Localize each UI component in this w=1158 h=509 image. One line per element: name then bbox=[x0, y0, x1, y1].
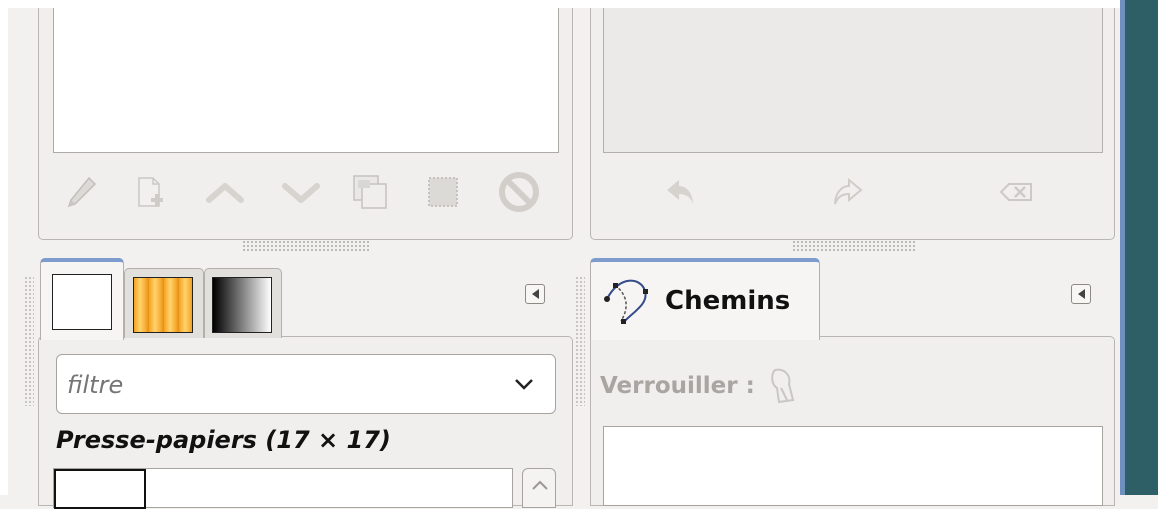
new-document-icon bbox=[138, 177, 163, 207]
left-strip bbox=[0, 0, 8, 495]
edit-button[interactable] bbox=[59, 170, 103, 214]
new-button[interactable] bbox=[127, 170, 171, 214]
clear-history-button[interactable] bbox=[995, 170, 1039, 214]
filter-combo[interactable] bbox=[56, 354, 556, 414]
duplicate-icon bbox=[353, 175, 387, 209]
brush-swatch bbox=[52, 274, 112, 330]
chevron-down-icon bbox=[282, 183, 320, 203]
undo-history-list[interactable] bbox=[603, 0, 1103, 153]
lower-button[interactable] bbox=[279, 170, 323, 214]
gradient-swatch bbox=[212, 277, 272, 333]
chevron-up-icon bbox=[206, 183, 244, 203]
to-selection-button[interactable] bbox=[421, 170, 465, 214]
tab-paths-label: Chemins bbox=[665, 286, 791, 316]
filter-input[interactable] bbox=[65, 365, 489, 405]
triangle-left-icon bbox=[531, 289, 539, 299]
tab-menu-button[interactable] bbox=[525, 284, 545, 304]
left-toolbar bbox=[53, 168, 559, 220]
undo-button[interactable] bbox=[659, 170, 703, 214]
tab-paths[interactable]: Chemins bbox=[590, 258, 820, 340]
raise-button[interactable] bbox=[203, 170, 247, 214]
tab-gradients[interactable] bbox=[204, 268, 282, 338]
redo-icon bbox=[834, 177, 863, 205]
desktop-background bbox=[1125, 0, 1158, 495]
middle-dock-grip[interactable] bbox=[575, 276, 585, 406]
delete-button[interactable] bbox=[495, 168, 543, 216]
triangle-left-icon bbox=[1077, 289, 1085, 299]
paths-tab-menu-button[interactable] bbox=[1071, 284, 1091, 304]
delete-icon bbox=[499, 172, 539, 212]
lock-label: Verrouiller : bbox=[600, 373, 755, 399]
redo-button[interactable] bbox=[825, 170, 869, 214]
right-pane-resize-handle[interactable] bbox=[792, 240, 916, 252]
paths-list[interactable] bbox=[603, 426, 1103, 506]
selection-icon bbox=[428, 177, 458, 207]
lock-position-icon[interactable] bbox=[765, 366, 799, 406]
chevron-up-icon bbox=[532, 480, 548, 490]
channels-list[interactable] bbox=[53, 0, 559, 153]
left-pane-resize-handle[interactable] bbox=[242, 240, 370, 252]
right-toolbar bbox=[603, 168, 1103, 220]
paths-icon bbox=[604, 279, 648, 324]
left-dock-grip[interactable] bbox=[24, 276, 34, 406]
top-strip bbox=[0, 0, 1120, 8]
scroll-up-button[interactable] bbox=[522, 468, 556, 508]
undo-icon bbox=[667, 180, 693, 204]
brush-title: Presse-papiers (17 × 17) bbox=[56, 426, 391, 454]
tab-patterns[interactable] bbox=[124, 268, 204, 338]
chevron-down-icon[interactable] bbox=[513, 375, 535, 393]
brush-grid-item[interactable] bbox=[54, 469, 146, 509]
pencil-icon bbox=[67, 176, 97, 208]
tab-brushes[interactable] bbox=[40, 258, 124, 340]
lock-row: Verrouiller : bbox=[600, 364, 799, 408]
duplicate-button[interactable] bbox=[348, 170, 392, 214]
pattern-swatch bbox=[133, 277, 193, 333]
clear-history-icon bbox=[999, 183, 1032, 201]
